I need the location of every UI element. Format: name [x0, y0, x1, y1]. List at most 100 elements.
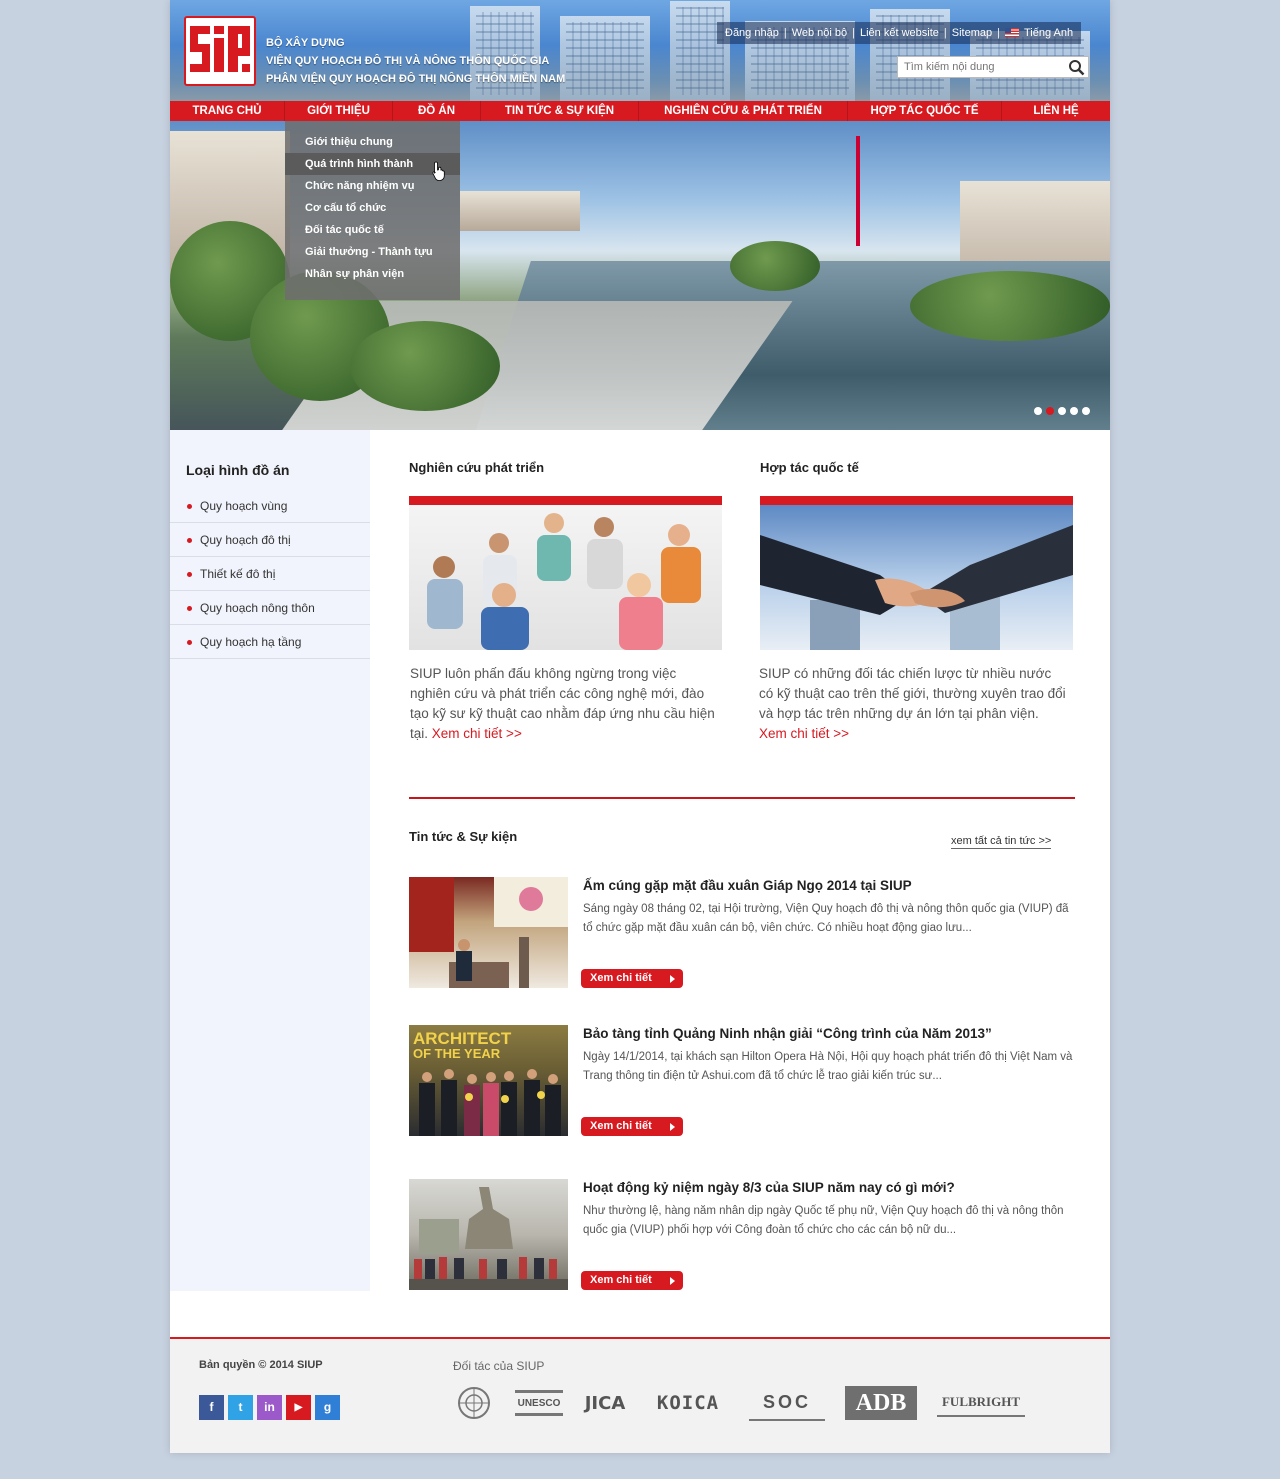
koica-logo[interactable]: KOICA — [647, 1385, 729, 1421]
nav-news[interactable]: TIN TỨC & SỰ KIỆN — [481, 101, 639, 121]
slider-dot[interactable] — [1046, 407, 1054, 415]
nav-contact[interactable]: LIÊN HỆ — [1002, 101, 1110, 121]
banner-tree — [910, 271, 1110, 341]
slider-dot[interactable] — [1058, 407, 1066, 415]
nav-about[interactable]: GIỚI THIỆU — [285, 101, 393, 121]
login-link[interactable]: Đăng nhập — [725, 22, 779, 44]
un-logo[interactable] — [453, 1385, 495, 1421]
cooperation-image[interactable] — [760, 496, 1073, 650]
news-section-title: Tin tức & Sự kiện — [409, 829, 518, 844]
group-photo — [427, 513, 701, 650]
news-headline[interactable]: Bảo tàng tỉnh Quảng Ninh nhận giải “Công… — [583, 1026, 992, 1041]
hand-cursor-icon — [432, 161, 445, 181]
org-line-2: VIỆN QUY HOẠCH ĐÔ THỊ VÀ NÔNG THÔN QUỐC … — [266, 55, 550, 67]
un-emblem-icon — [458, 1387, 490, 1419]
partner-logos: UNESCO JICA KOICA SOC ADB FULBRIGHT — [453, 1383, 1025, 1423]
nav-projects[interactable]: ĐỒ ÁN — [393, 101, 481, 121]
copyright: Bản quyền © 2014 SIUP — [199, 1359, 323, 1371]
news-summary: Như thường lệ, hàng năm nhân dịp ngày Qu… — [583, 1205, 1064, 1236]
read-more-button[interactable]: Xem chi tiết — [581, 1271, 683, 1290]
separator: | — [783, 27, 787, 39]
research-more-link[interactable]: Xem chi tiết >> — [432, 726, 522, 741]
research-title: Nghiên cứu phát triển — [409, 460, 545, 475]
nav-home[interactable]: TRANG CHỦ — [170, 101, 285, 121]
sidebar-list: Quy hoạch vùng Quy hoạch đô thị Thiết kế… — [170, 489, 370, 659]
search-icon[interactable] — [1068, 59, 1085, 76]
section-divider — [409, 797, 1075, 799]
news-thumbnail[interactable]: ARCHITECT OF THE YEAR — [409, 1025, 568, 1136]
intranet-link[interactable]: Web nội bộ — [792, 22, 847, 44]
nav-research[interactable]: NGHIÊN CỨU & PHÁT TRIỂN — [639, 101, 848, 121]
news-summary: Sáng ngày 08 tháng 02, tại Hội trường, V… — [583, 903, 1069, 934]
news-thumbnail[interactable] — [409, 877, 568, 988]
search-box — [897, 56, 1089, 78]
about-dropdown-menu: Giới thiệu chung Quá trình hình thành Ch… — [285, 121, 460, 300]
banner-tree — [350, 321, 500, 411]
partners-label: Đối tác của SIUP — [453, 1359, 545, 1373]
google-plus-icon[interactable]: g — [315, 1395, 340, 1420]
news-item: Hoạt động kỷ niệm ngày 8/3 của SIUP năm … — [409, 1179, 1079, 1291]
language-switch[interactable]: Tiếng Anh — [1004, 22, 1074, 44]
youtube-icon[interactable]: ▶ — [286, 1395, 311, 1420]
adb-logo[interactable]: ADB — [845, 1386, 917, 1420]
social-links: f t in ▶ g — [199, 1395, 340, 1420]
slider-dot[interactable] — [1070, 407, 1078, 415]
news-photo — [409, 1187, 568, 1290]
soc-logo[interactable]: SOC — [749, 1385, 825, 1421]
cooperation-text: SIUP có những đối tác chiến lược từ nhiề… — [759, 664, 1069, 744]
dropdown-item-awards[interactable]: Giải thưởng - Thành tựu — [285, 241, 460, 263]
nav-cooperation[interactable]: HỢP TÁC QUỐC TẾ — [848, 101, 1002, 121]
header-building — [670, 1, 730, 101]
research-image[interactable] — [409, 496, 722, 650]
siup-logo[interactable] — [184, 16, 256, 86]
news-headline[interactable]: Ấm cúng gặp mặt đầu xuân Giáp Ngọ 2014 t… — [583, 878, 912, 893]
website-links-link[interactable]: Liên kết website — [860, 22, 939, 44]
sidebar-item-regional-planning[interactable]: Quy hoạch vùng — [170, 489, 370, 523]
linkedin-icon[interactable]: in — [257, 1395, 282, 1420]
facebook-icon[interactable]: f — [199, 1395, 224, 1420]
separator: | — [943, 27, 947, 39]
dropdown-item-overview[interactable]: Giới thiệu chung — [285, 131, 460, 153]
dropdown-item-structure[interactable]: Cơ cấu tổ chức — [285, 197, 460, 219]
banner-tree — [730, 241, 820, 291]
sidebar-item-rural-planning[interactable]: Quy hoạch nông thôn — [170, 591, 370, 625]
news-item: ARCHITECT OF THE YEAR Bảo tàng tỉnh Quản… — [409, 1025, 1079, 1137]
language-label: Tiếng Anh — [1023, 27, 1074, 39]
read-more-button[interactable]: Xem chi tiết — [581, 969, 683, 988]
top-links-bar: Đăng nhập | Web nội bộ | Liên kết website | Si… — [717, 22, 1082, 44]
header: BỘ XÂY DỰNG VIỆN QUY HOẠCH ĐÔ THỊ VÀ NÔN… — [170, 0, 1110, 101]
sitemap-link[interactable]: Sitemap — [952, 22, 992, 44]
siup-logo-mark — [190, 26, 250, 72]
slider-dot[interactable] — [1034, 407, 1042, 415]
news-photo — [409, 877, 568, 988]
separator: | — [852, 27, 855, 39]
news-summary: Ngày 14/1/2014, tại khách sạn Hilton Ope… — [583, 1051, 1073, 1082]
us-flag-icon — [1004, 28, 1019, 37]
org-line-1: BỘ XÂY DỰNG — [266, 37, 345, 49]
news-thumbnail[interactable] — [409, 1179, 568, 1290]
cooperation-more-link[interactable]: Xem chi tiết >> — [759, 726, 849, 741]
read-more-button[interactable]: Xem chi tiết — [581, 1117, 683, 1136]
view-all-news-link[interactable]: xem tất cả tin tức >> — [951, 834, 1052, 849]
sidebar-item-urban-design[interactable]: Thiết kế đô thị — [170, 557, 370, 591]
twitter-icon[interactable]: t — [228, 1395, 253, 1420]
cooperation-description: SIUP có những đối tác chiến lược từ nhiề… — [759, 666, 1066, 721]
search-input[interactable] — [898, 57, 1058, 77]
handshake-photo — [760, 525, 1073, 650]
main-nav: TRANG CHỦ GIỚI THIỆU ĐỒ ÁN TIN TỨC & SỰ … — [170, 101, 1110, 121]
news-item: Ấm cúng gặp mặt đầu xuân Giáp Ngọ 2014 t… — [409, 877, 1079, 989]
dropdown-item-partners[interactable]: Đối tác quốc tế — [285, 219, 460, 241]
fulbright-logo[interactable]: FULBRIGHT — [937, 1389, 1025, 1417]
slider-dot[interactable] — [1082, 407, 1090, 415]
unesco-logo[interactable]: UNESCO — [515, 1390, 563, 1416]
banner-building — [460, 191, 580, 231]
sidebar-item-infrastructure-planning[interactable]: Quy hoạch hạ tầng — [170, 625, 370, 659]
sidebar-item-urban-planning[interactable]: Quy hoạch đô thị — [170, 523, 370, 557]
sidebar-title: Loại hình đồ án — [186, 462, 290, 478]
cooperation-title: Hợp tác quốc tế — [760, 460, 859, 475]
news-headline[interactable]: Hoạt động kỷ niệm ngày 8/3 của SIUP năm … — [583, 1180, 955, 1195]
research-text: SIUP luôn phấn đấu không ngừng trong việ… — [410, 664, 720, 744]
jica-logo[interactable]: JICA — [583, 1385, 627, 1421]
dropdown-item-staff[interactable]: Nhân sự phân viện — [285, 263, 460, 285]
header-building — [560, 16, 650, 101]
